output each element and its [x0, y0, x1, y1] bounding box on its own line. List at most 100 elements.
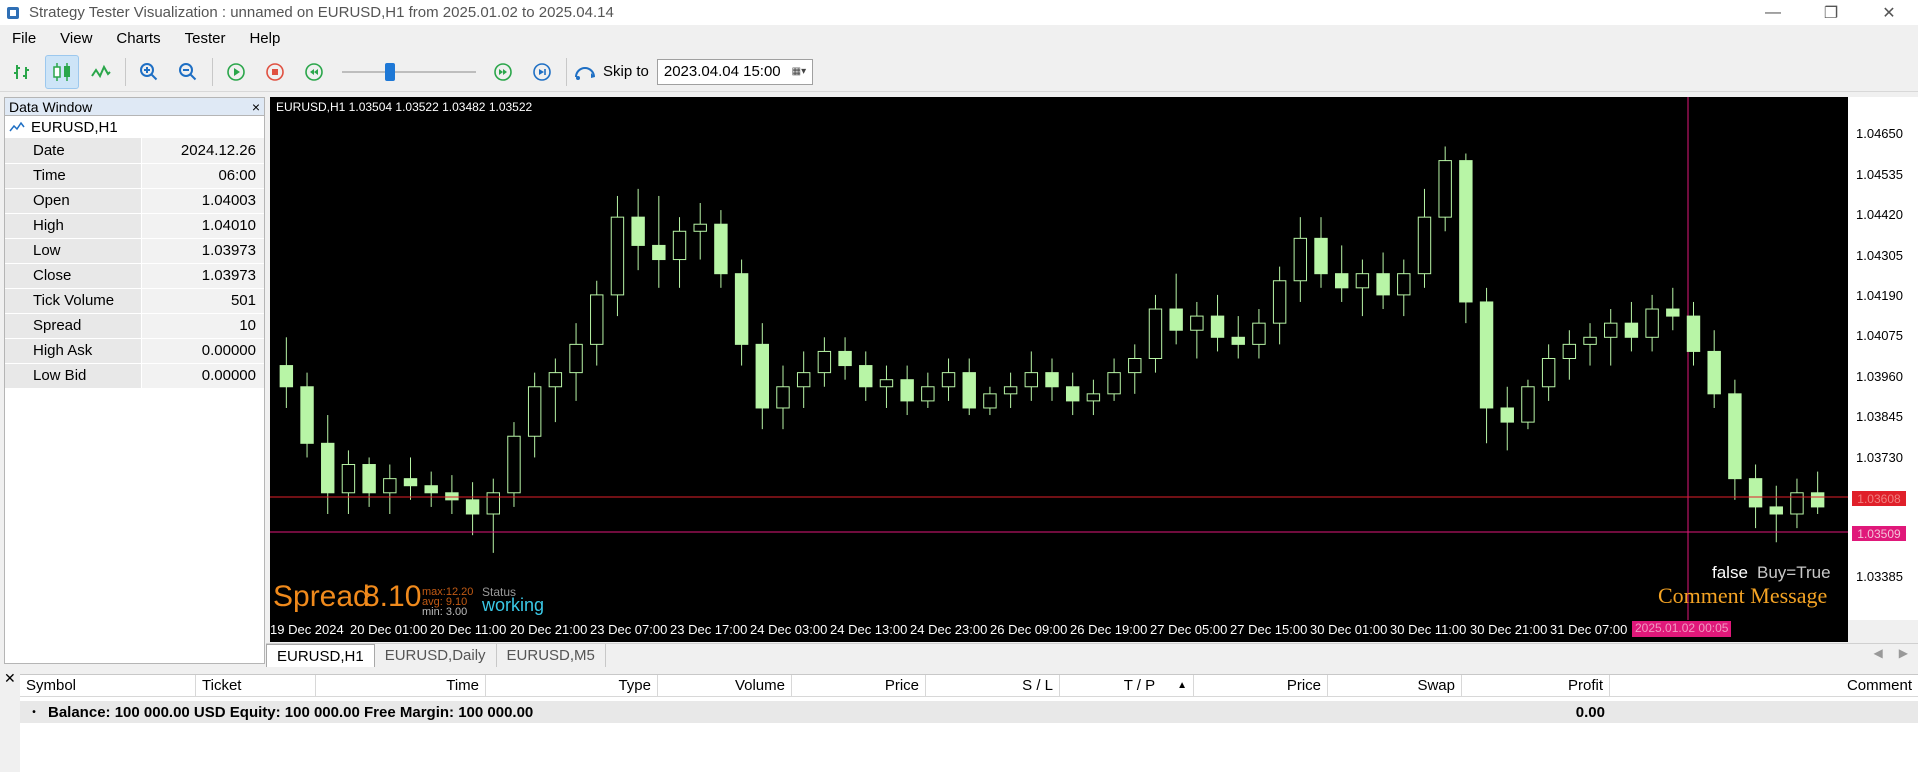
- candle-body: [300, 386, 314, 444]
- data-key: Low: [5, 238, 142, 264]
- status-value: working: [482, 595, 545, 615]
- stop-button[interactable]: [258, 55, 292, 89]
- candle-body: [1790, 492, 1804, 515]
- candlestick-button[interactable]: [45, 54, 79, 89]
- data-value: 2024.12.26: [141, 138, 264, 164]
- slider-thumb[interactable]: [385, 62, 396, 81]
- data-row: Time 06:00: [5, 163, 264, 189]
- menu-charts[interactable]: Charts: [104, 30, 172, 47]
- candle: [1210, 294, 1225, 352]
- candle: [1666, 287, 1680, 331]
- line-chart-button[interactable]: [84, 55, 118, 89]
- app-icon: [7, 6, 19, 19]
- column-symbol[interactable]: Symbol: [20, 675, 196, 697]
- fast-forward-button[interactable]: [486, 55, 520, 89]
- data-window-symbol: EURUSD,H1: [5, 116, 264, 138]
- spread-label: Spread: [273, 580, 370, 613]
- stop-icon: [266, 62, 284, 81]
- candle: [1728, 379, 1742, 500]
- candlestick-icon: [53, 62, 70, 81]
- x-tick: 26 Dec 19:00: [1070, 622, 1148, 637]
- column-comment[interactable]: Comment: [1610, 675, 1918, 697]
- x-tick: 24 Dec 13:00: [830, 622, 908, 637]
- x-tick: 23 Dec 17:00: [670, 622, 748, 637]
- y-tick: 1.04535: [1856, 167, 1903, 182]
- candle-body: [1231, 336, 1245, 345]
- skip-end-button[interactable]: [525, 55, 559, 89]
- tab-eurusd-h1[interactable]: EURUSD,H1: [266, 644, 375, 667]
- bar-chart-button[interactable]: [6, 55, 40, 89]
- skip-to-date-value: 2023.04.04 15:00: [663, 63, 781, 80]
- candle-body: [776, 386, 790, 409]
- rewind-button[interactable]: [297, 55, 331, 89]
- menu-view[interactable]: View: [48, 30, 104, 47]
- data-window-close-button[interactable]: ×: [252, 99, 260, 115]
- skip-to-label: Skip to: [603, 63, 649, 80]
- chart-area[interactable]: EURUSD,H1 1.03504 1.03522 1.03482 1.0352…: [270, 97, 1848, 642]
- close-button[interactable]: ✕: [1860, 0, 1918, 25]
- candle: [1645, 294, 1659, 352]
- column-time[interactable]: Time: [316, 675, 486, 697]
- candle-body: [1666, 308, 1680, 317]
- candle: [1128, 344, 1142, 394]
- zoom-out-button[interactable]: [171, 55, 205, 89]
- column-take-profit[interactable]: T / P ▲: [1060, 675, 1194, 697]
- bullet-icon: •: [32, 706, 36, 718]
- terminal-close-button[interactable]: ✕: [4, 671, 16, 685]
- tabs-next-icon[interactable]: ▶: [1899, 646, 1908, 660]
- speed-slider[interactable]: [342, 55, 476, 89]
- y-tick: 1.03845: [1856, 409, 1903, 424]
- tab-eurusd-m5[interactable]: EURUSD,M5: [497, 644, 606, 667]
- candle-body: [1190, 315, 1204, 331]
- candle-body: [1686, 315, 1701, 352]
- candle: [859, 351, 873, 401]
- candle: [424, 471, 438, 507]
- minimize-button[interactable]: —: [1744, 0, 1802, 25]
- x-tick: 24 Dec 23:00: [910, 622, 988, 637]
- candle: [1148, 294, 1163, 373]
- candle: [590, 280, 604, 366]
- menu-help[interactable]: Help: [237, 30, 292, 47]
- calendar-dropdown-icon[interactable]: ▦▾: [786, 60, 812, 84]
- data-value: 0.00000: [141, 363, 264, 389]
- candle: [1231, 316, 1245, 359]
- line-chart-icon: [91, 64, 111, 78]
- candle: [1045, 358, 1059, 401]
- restore-button[interactable]: ❐: [1802, 0, 1860, 25]
- candle-body: [1107, 372, 1121, 395]
- data-key: Low Bid: [5, 363, 142, 389]
- y-tick: 1.04190: [1856, 288, 1903, 303]
- menu-file[interactable]: File: [0, 30, 48, 47]
- tab-eurusd-daily[interactable]: EURUSD,Daily: [375, 644, 497, 667]
- column-current-price[interactable]: Price: [1194, 675, 1328, 697]
- candle: [672, 217, 687, 288]
- zoom-in-button[interactable]: [132, 55, 166, 89]
- column-profit[interactable]: Profit: [1462, 675, 1610, 697]
- play-button[interactable]: [219, 55, 253, 89]
- column-volume[interactable]: Volume: [658, 675, 792, 697]
- menu-tester[interactable]: Tester: [173, 30, 238, 47]
- column-price[interactable]: Price: [792, 675, 926, 697]
- candle: [631, 188, 645, 271]
- candle-body: [610, 216, 625, 296]
- candle-body: [1293, 237, 1308, 282]
- candle-body: [507, 435, 521, 494]
- spread-value: 8.10: [363, 580, 422, 613]
- data-row: Close 1.03973: [5, 263, 264, 289]
- balance-row[interactable]: • Balance: 100 000.00 USD Equity: 100 00…: [20, 701, 1918, 723]
- skip-to-date-input[interactable]: 2023.04.04 15:00 ▦▾: [656, 58, 813, 85]
- price-tag-red: 1.03608: [1852, 491, 1906, 506]
- candle: [838, 337, 852, 380]
- column-swap[interactable]: Swap: [1328, 675, 1462, 697]
- candle: [1438, 146, 1452, 232]
- y-tick: 1.04075: [1856, 328, 1903, 343]
- column-type[interactable]: Type: [486, 675, 658, 697]
- column-stop-loss[interactable]: S / L: [926, 675, 1060, 697]
- candle: [569, 323, 583, 401]
- candle: [507, 422, 521, 507]
- tabs-prev-icon[interactable]: ◀: [1874, 646, 1883, 660]
- candle: [693, 203, 707, 260]
- data-value: 1.04003: [141, 188, 264, 214]
- zoom-out-icon: [179, 62, 197, 80]
- column-ticket[interactable]: Ticket: [196, 675, 316, 697]
